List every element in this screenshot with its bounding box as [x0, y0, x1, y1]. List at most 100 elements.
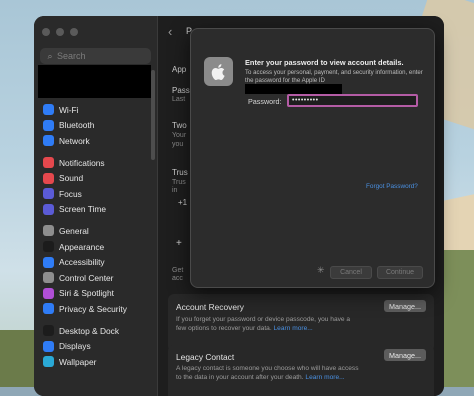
- minimize-window-button[interactable]: [56, 28, 64, 36]
- search-icon: ⌕: [47, 50, 53, 61]
- network-icon: [43, 135, 54, 147]
- two-factor-sub1: Your: [172, 132, 187, 139]
- sidebar-item-label: Privacy & Security: [59, 303, 127, 314]
- sidebar-item-general[interactable]: General: [43, 223, 151, 239]
- sidebar-nav-list: Wi-Fi Bluetooth Network Notifications Sound F…: [43, 102, 151, 376]
- sidebar-item-control-center[interactable]: Control Center: [43, 270, 151, 286]
- password-label: Password:: [248, 97, 282, 106]
- speaker-icon: [43, 172, 54, 184]
- moon-icon: [43, 188, 54, 200]
- appearance-icon: [43, 241, 54, 253]
- sidebar-item-label: Wallpaper: [59, 356, 97, 367]
- password-dialog: Enter your password to view account deta…: [190, 28, 435, 288]
- hourglass-icon: [43, 203, 54, 215]
- sidebar-group: General Appearance Accessibility Control Ce…: [43, 223, 151, 317]
- sidebar-item-appearance[interactable]: Appearance: [43, 239, 151, 255]
- sidebar-item-privacy-security[interactable]: Privacy & Security: [43, 301, 151, 317]
- legacy-contact-learn-more-link[interactable]: Learn more...: [305, 374, 344, 381]
- password-row-fragment: Pass: [172, 86, 190, 95]
- sidebar-item-label: General: [59, 225, 89, 236]
- bell-icon: [43, 157, 54, 169]
- sidebar-item-label: Siri & Spotlight: [59, 288, 114, 299]
- bluetooth-icon: [43, 119, 54, 131]
- window-controls: [42, 28, 78, 36]
- gear-icon: [43, 225, 54, 237]
- sidebar-scrollbar[interactable]: [151, 70, 155, 160]
- password-row-sub: Last: [172, 96, 186, 103]
- hand-icon: [43, 303, 54, 315]
- control-center-icon: [43, 272, 54, 284]
- sidebar-item-label: Focus: [59, 188, 82, 199]
- sidebar-item-bluetooth[interactable]: Bluetooth: [43, 118, 151, 134]
- sidebar-item-label: Wi-Fi: [59, 104, 79, 115]
- apple-id-redacted: [245, 84, 342, 94]
- search-field[interactable]: ⌕: [40, 48, 151, 64]
- sidebar-item-sound[interactable]: Sound: [43, 170, 151, 186]
- sidebar-item-network[interactable]: Network: [43, 133, 151, 149]
- sidebar-item-label: Bluetooth: [59, 120, 95, 131]
- wallpaper-icon: [43, 356, 54, 368]
- forgot-password-link[interactable]: Forgot Password?: [366, 183, 418, 190]
- sidebar-item-accessibility[interactable]: Accessibility: [43, 254, 151, 270]
- sidebar-item-label: Appearance: [59, 241, 105, 252]
- sidebar-item-label: Accessibility: [59, 257, 105, 268]
- sidebar-item-label: Displays: [59, 341, 91, 352]
- dock-icon: [43, 325, 54, 337]
- account-recovery-title: Account Recovery: [176, 302, 244, 312]
- sidebar-item-wallpaper[interactable]: Wallpaper: [43, 354, 151, 370]
- password-input[interactable]: [289, 97, 416, 104]
- trusted-row-fragment: Trus: [172, 168, 188, 177]
- zoom-window-button[interactable]: [70, 28, 78, 36]
- sidebar-item-focus[interactable]: Focus: [43, 186, 151, 202]
- wifi-icon: [43, 104, 54, 116]
- account-recovery-learn-more-link[interactable]: Learn more...: [274, 325, 313, 332]
- sidebar-item-label: Sound: [59, 173, 84, 184]
- apple-id-row-fragment: App: [172, 65, 187, 74]
- sidebar-item-label: Screen Time: [59, 204, 107, 215]
- progress-spinner-icon: ✳: [317, 265, 325, 275]
- legacy-contact-manage-button[interactable]: Manage...: [384, 349, 426, 361]
- sidebar-item-siri-spotlight[interactable]: Siri & Spotlight: [43, 286, 151, 302]
- sidebar-item-displays[interactable]: Displays: [43, 338, 151, 354]
- sidebar-item-wi-fi[interactable]: Wi-Fi: [43, 102, 151, 118]
- sidebar-group: Desktop & Dock Displays Wallpaper: [43, 323, 151, 370]
- cancel-button[interactable]: Cancel: [330, 266, 372, 279]
- sidebar-item-label: Network: [59, 135, 90, 146]
- account-recovery-description: If you forget your password or device pa…: [176, 316, 362, 333]
- two-factor-sub2: you: [172, 141, 184, 148]
- legacy-contact-card: Legacy Contact A legacy contact is someo…: [168, 345, 434, 396]
- siri-icon: [43, 287, 54, 299]
- accessibility-icon: [43, 256, 54, 268]
- add-trusted-number-button[interactable]: +: [176, 238, 182, 249]
- sidebar-item-label: Control Center: [59, 272, 114, 283]
- back-chevron-icon[interactable]: ‹: [168, 24, 172, 39]
- sidebar-group: Notifications Sound Focus Screen Time: [43, 155, 151, 217]
- sidebar-group: Wi-Fi Bluetooth Network: [43, 102, 151, 149]
- dialog-title: Enter your password to view account deta…: [245, 58, 404, 67]
- get-code-fragment-2: acc: [172, 275, 183, 282]
- dialog-message: To access your personal, payment, and se…: [245, 69, 423, 84]
- trusted-sub1: Trus: [172, 179, 186, 186]
- sidebar-item-screen-time[interactable]: Screen Time: [43, 202, 151, 218]
- apple-logo-icon: [204, 57, 233, 86]
- continue-button[interactable]: Continue: [377, 266, 423, 279]
- sidebar-item-label: Desktop & Dock: [59, 325, 120, 336]
- two-factor-row-fragment: Two: [172, 121, 187, 130]
- account-recovery-card: Account Recovery If you forget your pass…: [168, 294, 434, 352]
- close-window-button[interactable]: [42, 28, 50, 36]
- display-icon: [43, 340, 54, 352]
- sidebar-item-label: Notifications: [59, 157, 105, 168]
- legacy-contact-title: Legacy Contact: [176, 352, 235, 362]
- sidebar: ⌕ Wi-Fi Bluetooth Network Notifications Soun…: [34, 16, 158, 396]
- sidebar-item-desktop-dock[interactable]: Desktop & Dock: [43, 323, 151, 339]
- account-recovery-body: If you forget your password or device pa…: [176, 316, 351, 332]
- password-field[interactable]: [287, 94, 418, 107]
- trusted-number-fragment: +1: [178, 198, 188, 207]
- get-code-fragment: Get: [172, 267, 184, 274]
- legacy-contact-description: A legacy contact is someone you choose w…: [176, 365, 362, 382]
- trusted-sub2: in: [172, 187, 178, 194]
- sidebar-item-notifications[interactable]: Notifications: [43, 155, 151, 171]
- search-input[interactable]: [57, 51, 147, 61]
- apple-id-account-redacted[interactable]: [38, 65, 151, 98]
- account-recovery-manage-button[interactable]: Manage...: [384, 300, 426, 312]
